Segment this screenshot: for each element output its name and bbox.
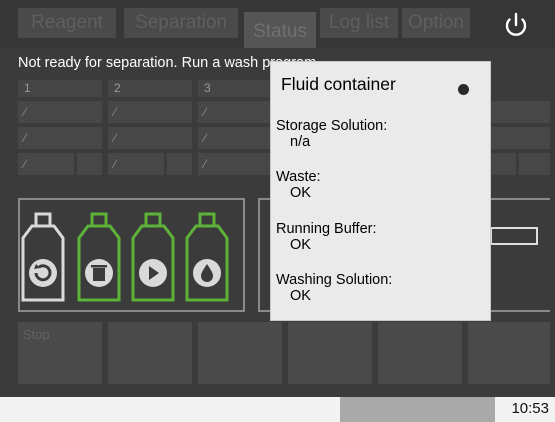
grid-cell[interactable]: ⁄	[18, 101, 102, 123]
grid-header-2: 2	[108, 80, 192, 97]
status-bar: 10:53	[0, 397, 555, 422]
grid-cell[interactable]: ⁄	[198, 127, 270, 149]
grid-cell[interactable]	[77, 153, 102, 175]
running-buffer-label: Running Buffer:	[276, 221, 377, 237]
action-button-2[interactable]	[108, 322, 192, 384]
tab-log-list[interactable]: Log list	[320, 8, 398, 38]
power-icon[interactable]	[498, 6, 534, 42]
grid-cell[interactable]	[491, 101, 550, 123]
grid-cell[interactable]: ⁄	[198, 153, 270, 175]
washing-solution-label: Washing Solution:	[276, 272, 393, 288]
tab-bar: Reagent Separation Status Log list Optio…	[0, 0, 555, 48]
waste-value: OK	[290, 185, 311, 201]
tab-option[interactable]: Option	[402, 8, 470, 38]
trash-icon	[77, 212, 121, 302]
tab-status[interactable]: Status	[244, 12, 316, 48]
grid-cell[interactable]: ⁄	[108, 101, 192, 123]
action-button-3[interactable]	[198, 322, 282, 384]
grid-cell[interactable]: ⁄	[108, 153, 164, 175]
drop-icon	[185, 212, 229, 302]
washing-solution-value: OK	[290, 288, 311, 304]
bottles-graphic	[21, 212, 229, 302]
grid-header-1: 1	[18, 80, 102, 97]
fluid-container-popup[interactable]: Fluid container Storage Solution: n/a Wa…	[270, 61, 491, 321]
tab-reagent[interactable]: Reagent	[18, 8, 116, 38]
grid-cell[interactable]: ⁄	[198, 101, 270, 123]
running-buffer-value: OK	[290, 237, 311, 253]
tab-separation[interactable]: Separation	[124, 8, 238, 38]
stop-button[interactable]: Stop	[18, 322, 102, 384]
waste-label: Waste:	[276, 169, 321, 185]
grid-cell[interactable]: ⁄	[18, 153, 74, 175]
refresh-icon	[21, 212, 65, 302]
storage-solution-label: Storage Solution:	[276, 118, 388, 134]
capillary-slot	[490, 227, 538, 245]
action-button-4[interactable]	[288, 322, 372, 384]
grid-header-3: 3	[198, 80, 270, 97]
popup-title: Fluid container	[281, 74, 396, 94]
status-dot-icon	[458, 84, 469, 95]
grid-cell[interactable]	[491, 127, 550, 149]
progress-bar	[340, 397, 495, 422]
grid-cell[interactable]	[519, 153, 550, 175]
grid-cell[interactable]: ⁄	[18, 127, 102, 149]
action-button-6[interactable]	[468, 322, 550, 384]
action-button-5[interactable]	[378, 322, 462, 384]
grid-cell[interactable]: ⁄	[108, 127, 192, 149]
play-icon	[131, 212, 175, 302]
storage-solution-value: n/a	[290, 134, 311, 150]
grid-cell[interactable]	[491, 153, 516, 175]
clock: 10:53	[511, 400, 549, 417]
grid-cell[interactable]	[167, 153, 192, 175]
fluid-bottles-panel[interactable]	[18, 198, 245, 312]
